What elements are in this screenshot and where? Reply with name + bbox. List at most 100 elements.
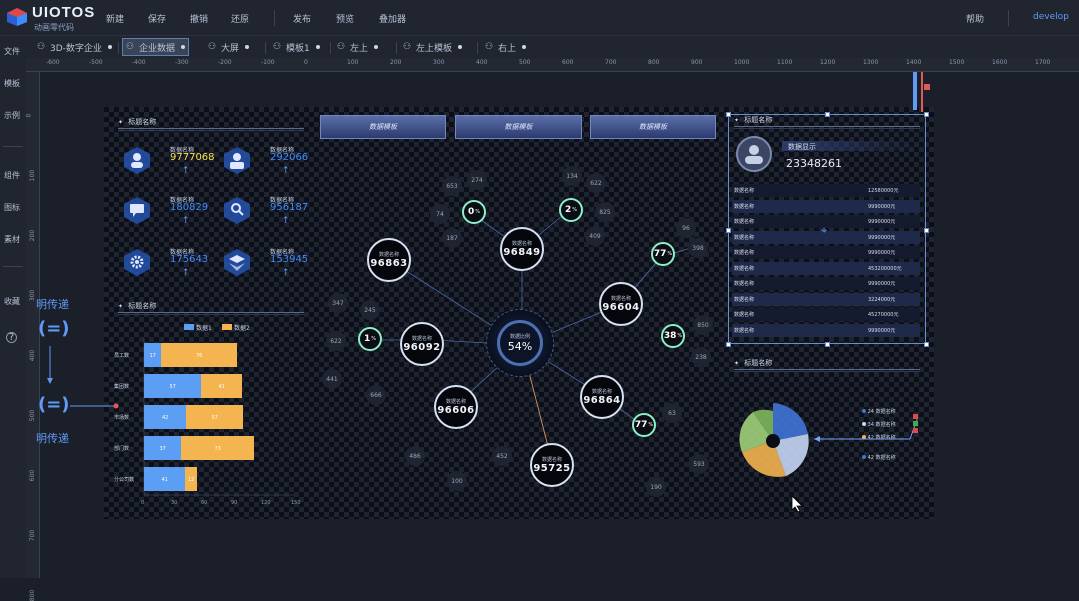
network-node[interactable]: 数据名称 95725 <box>530 443 574 487</box>
center-label: 数据比例 <box>509 334 530 340</box>
resize-handle[interactable] <box>924 228 929 233</box>
tab-top-right[interactable]: ⚇ 右上 <box>482 38 529 56</box>
resize-handle[interactable] <box>924 342 929 347</box>
logo-icon <box>7 8 27 26</box>
sidebar-item-component[interactable]: 组件 <box>4 170 24 181</box>
data-bubble: 245 <box>360 300 380 320</box>
document-tabs: ⚇ 3D-数字企业 ⚇ 企业数据 ⚇ 大屏 ⚇ 模板1 ⚇ 左上 ⚇ 左上模板 … <box>0 36 1079 58</box>
new-button[interactable]: 新建 <box>106 12 124 25</box>
legend-swatch <box>184 324 194 330</box>
layers-badge-icon <box>224 249 250 276</box>
publish-button[interactable]: 发布 <box>293 12 311 25</box>
sidebar-item-example[interactable]: 示例 <box>4 110 24 121</box>
resize-handle[interactable] <box>825 112 830 117</box>
app-logo: UIOTOS 动画零代码 <box>6 4 102 32</box>
x-tick-label: 120 <box>261 500 271 506</box>
ring-unit: % <box>677 333 683 339</box>
resize-handle[interactable] <box>924 112 929 117</box>
data-bubble: 825 <box>595 202 615 222</box>
data-bubble: 653 <box>442 176 462 196</box>
help-circle-icon[interactable]: ? <box>6 332 17 343</box>
node-value: 96606 <box>437 405 475 416</box>
sidebar-item-icon[interactable]: 图标 <box>4 202 24 213</box>
panel-title-left-bottom: ✦ 标题名称 <box>118 301 304 315</box>
user-menu[interactable]: develop <box>1033 12 1069 22</box>
tab-big-screen[interactable]: ⚇ 大屏 <box>205 38 252 56</box>
resize-handle[interactable] <box>726 342 731 347</box>
sidebar-item-template[interactable]: 模板 <box>4 78 24 89</box>
x-tick-label: 0 <box>141 500 144 506</box>
percent-ring: 77% <box>632 413 656 437</box>
preview-button[interactable]: 预览 <box>336 12 354 25</box>
sidebar-item-favorite[interactable]: 收藏 <box>4 296 24 307</box>
data-template-button-1[interactable]: 数据模板 <box>320 115 446 139</box>
tab-label: 3D-数字企业 <box>50 43 102 54</box>
panel-title-text: 标题名称 <box>128 118 157 126</box>
ruler-tick-label: -300 <box>175 59 189 66</box>
category-label: 分公司数 <box>114 476 134 483</box>
data-bubble: 63 <box>662 403 682 423</box>
ruler-tick-label: 1600 <box>992 59 1008 66</box>
tab-dot-icon[interactable] <box>107 45 112 49</box>
tab-dot-icon[interactable] <box>315 45 320 49</box>
trend-up-icon: ↑ <box>282 166 290 176</box>
tab-dot-icon[interactable] <box>374 45 379 49</box>
stat-value: 180829 <box>170 202 209 213</box>
resize-handle[interactable] <box>825 342 830 347</box>
sidebar-item-material[interactable]: 素材 <box>4 234 24 245</box>
data-bubble: 187 <box>442 228 462 248</box>
sidebar-item-file[interactable]: 文件 <box>4 46 24 57</box>
ruler-tick-label: 400 <box>29 349 37 362</box>
tree-icon: ⚇ <box>403 42 412 52</box>
ruler-tick-label: 500 <box>519 59 531 66</box>
tab-3d-enterprise[interactable]: ⚇ 3D-数字企业 <box>34 38 115 56</box>
data-bubble: 190 <box>646 477 666 497</box>
tab-template1[interactable]: ⚇ 模板1 <box>270 38 323 56</box>
stat-value: 175643 <box>170 254 209 265</box>
data-template-button-3[interactable]: 数据模板 <box>590 115 716 139</box>
network-node[interactable]: 数据名称 96606 <box>434 385 478 429</box>
ring-value: 77 <box>634 420 648 430</box>
tab-dot-icon[interactable] <box>181 45 186 49</box>
network-node[interactable]: 数据名称 96092 <box>400 322 444 366</box>
toolbar-divider <box>274 10 275 26</box>
network-node[interactable]: 数据名称 96849 <box>500 227 544 271</box>
network-node[interactable]: 数据名称 96863 <box>367 238 411 282</box>
sidebar-divider <box>3 146 23 147</box>
help-button[interactable]: 帮助 <box>966 12 984 25</box>
guide-marker[interactable] <box>913 72 917 110</box>
resize-handle[interactable] <box>726 228 731 233</box>
redo-button[interactable]: 还原 <box>231 12 249 25</box>
save-button[interactable]: 保存 <box>148 12 166 25</box>
tab-dot-icon[interactable] <box>458 45 463 49</box>
data-bubble: 622 <box>586 173 606 193</box>
tree-icon: ⚇ <box>208 42 217 52</box>
tab-top-left[interactable]: ⚇ 左上 <box>334 38 381 56</box>
data-bubble: 347 <box>328 293 348 313</box>
tab-dot-icon[interactable] <box>245 45 250 49</box>
ruler-tick-label: 800 <box>29 589 37 601</box>
ruler-tick-label: -600 <box>46 59 60 66</box>
network-node[interactable]: 数据名称 96864 <box>580 375 624 419</box>
bar-value-label: 73 <box>215 446 221 452</box>
ruler-tick-label: 1700 <box>1035 59 1051 66</box>
stat-value: 292066 <box>270 152 309 163</box>
resize-handle[interactable] <box>726 112 731 117</box>
tab-enterprise-data[interactable]: ⚇ 企业数据 <box>122 38 190 56</box>
guide-marker[interactable] <box>921 72 923 112</box>
search-user-badge-icon <box>224 197 250 224</box>
panel-title-right-bottom: ✦ 标题名称 <box>734 358 920 372</box>
undo-button[interactable]: 撤销 <box>190 12 208 25</box>
percent-ring: 2% <box>559 198 583 222</box>
data-template-button-2[interactable]: 数据模板 <box>455 115 582 139</box>
overlay-button[interactable]: 叠加器 <box>379 12 406 25</box>
bar-value-label: 57 <box>170 384 176 390</box>
bar-value-label: 12 <box>188 477 194 483</box>
chat-badge-icon <box>124 197 150 224</box>
tab-dot-icon[interactable] <box>522 45 527 49</box>
horizontal-ruler[interactable]: -600 -500 -400 -300 -200 -100 0 100 200 300 400 500… <box>26 58 1079 72</box>
ring-unit: % <box>572 207 578 213</box>
guide-handle[interactable] <box>924 84 930 90</box>
network-node[interactable]: 数据名称 96604 <box>599 282 643 326</box>
tab-top-left-template[interactable]: ⚇ 左上模板 <box>400 38 465 56</box>
